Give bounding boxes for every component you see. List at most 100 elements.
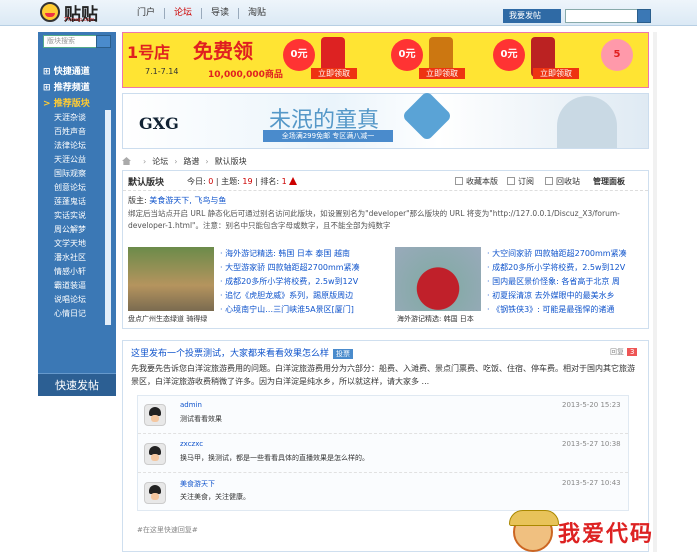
breadcrumb-item[interactable]: 论坛	[152, 156, 168, 167]
sidebar-section-channels[interactable]: ⊞ 推荐频道	[43, 80, 90, 93]
comment-time: 2013-5-27 10:43	[562, 479, 621, 487]
board-description: 绑定后当站点开启 URL 静态化后可通过别名访问此版块，如设置别名为"devel…	[128, 209, 620, 230]
subscribe-button[interactable]: 订阅	[507, 176, 534, 187]
featured-links-left: 海外游记精选: 韩国 日本 泰国 越南 大型游家骄 四款轴距超2700mm紧凑 …	[220, 247, 360, 317]
nav-forum[interactable]: 论坛	[164, 8, 201, 19]
banner-count: 10,000,000商品	[208, 70, 283, 80]
breadcrumb-item[interactable]: 默认版块	[215, 156, 247, 167]
board-panel: 默认版块 今日: 0 | 主题: 19 | 排名: 1 收藏本版 订阅 回收站 …	[122, 170, 649, 329]
sidebar-item[interactable]: 国际观察	[54, 167, 86, 181]
logo-subtext: TT.mop.com	[64, 17, 95, 23]
watermark-text: 我爱代码	[558, 521, 655, 547]
featured-photo-greenway[interactable]	[128, 247, 214, 311]
featured-links-right: 大空间家骄 四款轴距超2700mm紧凑 成都20多所小学将校费，2.5w到12V…	[487, 247, 627, 317]
featured-link[interactable]: 追忆《虎胆龙威》系列，踢原版周边	[220, 289, 360, 303]
comment-item: zxczxc 换马甲，换测试，都是一些看看具体的直播效果是怎么样的。 2013-…	[138, 435, 628, 473]
breadcrumb: › 论坛 › 路谱 › 默认版块	[122, 155, 247, 167]
sidebar-item[interactable]: 潘水社区	[54, 251, 86, 265]
photo-caption[interactable]: 海外游记精选: 韩国 日本	[397, 314, 474, 324]
sidebar-section-boards[interactable]: > 推荐版块	[43, 96, 90, 109]
comment-time: 2013-5-20 15:23	[562, 401, 621, 409]
banner2-subtitle: 全场满299免邮 专区满八减一	[263, 130, 393, 142]
sidebar-item[interactable]: 创意论坛	[54, 181, 86, 195]
featured-link[interactable]: 大空间家骄 四款轴距超2700mm紧凑	[487, 247, 627, 261]
sidebar-item[interactable]: 文学天地	[54, 237, 86, 251]
sidebar-item[interactable]: 情感小轩	[54, 265, 86, 279]
top-search-icon[interactable]	[637, 9, 651, 23]
admin-panel-button[interactable]: 管理面板	[593, 176, 625, 187]
heart-icon	[401, 90, 453, 142]
page-scrollbar[interactable]	[653, 32, 657, 552]
nav-guide[interactable]: 导读	[201, 8, 238, 19]
banner2-brand: GXG	[139, 114, 179, 133]
featured-photo-car[interactable]	[395, 247, 481, 311]
coupon-badge: 0元	[283, 39, 315, 71]
sidebar-item[interactable]: 百姓声音	[54, 125, 86, 139]
sidebar-item[interactable]: 天涯杂谈	[54, 111, 86, 125]
photo-caption[interactable]: 盘点广州生态绿道 骑得绿	[128, 314, 207, 324]
banner-headline: 免费领	[193, 39, 253, 63]
favorite-board-button[interactable]: 收藏本版	[455, 176, 498, 187]
board-header: 默认版块 今日: 0 | 主题: 19 | 排名: 1 收藏本版 订阅 回收站 …	[123, 171, 648, 191]
anniversary-badge-icon: 5	[601, 39, 633, 71]
comment-user[interactable]: 美食游天下	[180, 479, 215, 489]
home-icon[interactable]	[122, 157, 131, 165]
comment-text: 测试看看效果	[180, 415, 222, 423]
sidebar-item[interactable]: 法律论坛	[54, 139, 86, 153]
grab-button[interactable]: 立即领取	[419, 68, 465, 79]
banner-brand: 1号店	[127, 43, 171, 62]
sidebar-item[interactable]: 霸道装逼	[54, 279, 86, 293]
board-stats: 今日: 0 | 主题: 19 | 排名: 1	[187, 176, 298, 187]
coupon-badge: 0元	[391, 39, 423, 71]
sidebar-section-shortcut[interactable]: ⊞ 快捷通道	[43, 64, 90, 77]
comment-user[interactable]: admin	[180, 401, 202, 409]
featured-link[interactable]: 《钢铁侠3》: 可能是最强悍的诸通	[487, 303, 627, 317]
nav-taotie[interactable]: 淘贴	[238, 8, 275, 19]
sidebar-list: 天涯杂谈 百姓声音 法律论坛 天涯公益 国际观察 创意论坛 莲蓬鬼话 实话实说 …	[54, 111, 86, 321]
featured-link[interactable]: 成都20多所小学将校费，2.5w到12V	[220, 275, 360, 289]
sidebar-item[interactable]: 周公解梦	[54, 223, 86, 237]
poll-badge: 投票	[333, 349, 354, 359]
new-post-button[interactable]: 我要发帖	[503, 9, 561, 23]
star-icon	[455, 177, 463, 185]
featured-link[interactable]: 大型游家骄 四款轴距超2700mm紧凑	[220, 261, 360, 275]
comment-user[interactable]: zxczxc	[180, 440, 203, 448]
sidebar-item[interactable]: 莲蓬鬼话	[54, 195, 86, 209]
coupon-badge: 0元	[493, 39, 525, 71]
avatar[interactable]	[144, 404, 166, 426]
reply-count: 回复 3	[610, 347, 638, 357]
quick-reply-link[interactable]: #在这里快速回复#	[137, 525, 198, 535]
grab-button[interactable]: 立即领取	[311, 68, 357, 79]
luffy-mascot-icon	[509, 510, 559, 552]
sidebar-search-icon[interactable]	[96, 35, 111, 48]
recycle-bin-button[interactable]: 回收站	[545, 176, 580, 187]
ad-banner-gxg[interactable]: GXG 未泯的童真 全场满299免邮 专区满八减一	[122, 90, 649, 149]
grab-button[interactable]: 立即领取	[533, 68, 579, 79]
sidebar-item[interactable]: 说唱论坛	[54, 293, 86, 307]
sidebar-search-placeholder: 版块搜索	[47, 37, 75, 45]
site-logo[interactable]: 贴贴 TT.mop.com	[40, 0, 98, 25]
nav-portal[interactable]: 门户	[128, 8, 164, 19]
sidebar-scrollbar[interactable]	[105, 110, 111, 325]
avatar[interactable]	[144, 482, 166, 504]
sidebar-item[interactable]: 实话实说	[54, 209, 86, 223]
thread-title[interactable]: 这里发布一个投票测试，大家都来看看效果怎么样 投票	[131, 346, 354, 359]
sidebar-item[interactable]: 天涯公益	[54, 153, 86, 167]
featured-link[interactable]: 初夏探清凉 去外媒眼中的最美水乡	[487, 289, 627, 303]
sidebar-item[interactable]: 心情日记	[54, 307, 86, 321]
thread-excerpt: 先我要先告诉您白洋淀旅游费用的问题。白洋淀旅游费用分为六部分：船费、入滩费、景点…	[131, 364, 635, 386]
avatar[interactable]	[144, 443, 166, 465]
moderator-links[interactable]: 美食游天下, 飞鸟与鱼	[149, 196, 226, 205]
featured-link[interactable]: 成都20多所小学将校费，2.5w到12V	[487, 261, 627, 275]
comment-text: 关注美食，关注健康。	[180, 493, 250, 501]
quick-post-button[interactable]: 快速发帖	[38, 373, 116, 396]
featured-link[interactable]: 心境南宁山…三门峡淮5A景区[厦门]	[220, 303, 360, 317]
featured-link[interactable]: 国内最区景价怪象: 各省高于北京 周	[487, 275, 627, 289]
rank-up-icon	[289, 177, 298, 185]
ad-banner-yhd[interactable]: 1号店 免费领 7.1-7.14 10,000,000商品 0元 立即领取 0元…	[122, 32, 649, 88]
comment-time: 2013-5-27 10:38	[562, 440, 621, 448]
comment-text: 换马甲，换测试，都是一些看看具体的直播效果是怎么样的。	[180, 454, 369, 462]
featured-link[interactable]: 海外游记精选: 韩国 日本 泰国 越南	[220, 247, 360, 261]
top-bar: 贴贴 TT.mop.com 门户 论坛 导读 淘贴 我要发帖	[0, 0, 697, 26]
breadcrumb-item[interactable]: 路谱	[183, 156, 199, 167]
